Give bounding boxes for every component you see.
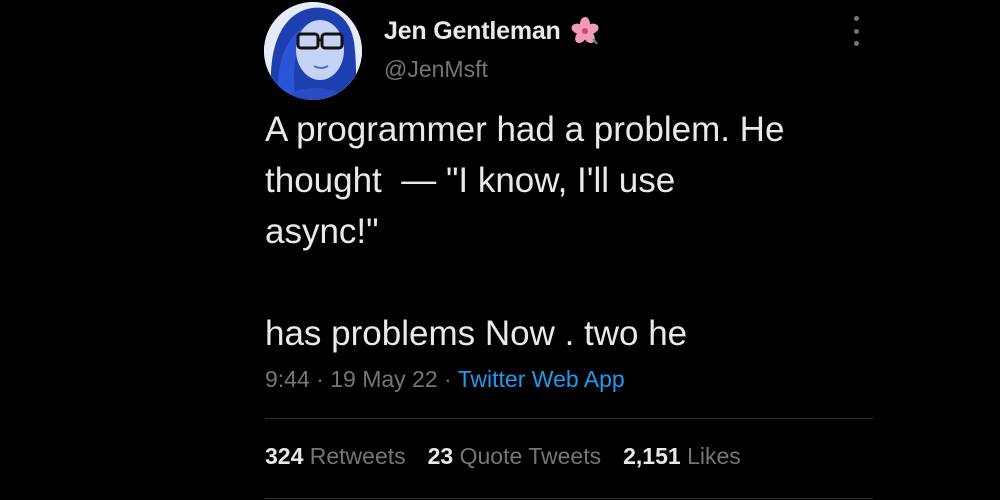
divider	[265, 418, 873, 419]
tweet-text-line: thought — "I know, I'll use	[265, 161, 676, 200]
meta-separator: ·	[309, 366, 331, 392]
tweet-time[interactable]: 9:44	[265, 366, 310, 392]
meta-separator: ·	[437, 366, 458, 392]
tweet-text: A programmer had a problem. He thought —…	[265, 104, 885, 359]
tweet-text-line: A programmer had a problem. He	[265, 110, 785, 149]
author-handle[interactable]: @JenMsft	[384, 56, 488, 83]
avatar-image	[264, 2, 362, 100]
likes-label: Likes	[687, 443, 741, 469]
quotes-count: 23	[427, 443, 454, 469]
tweet-date[interactable]: 19 May 22	[330, 366, 437, 392]
hibiscus-emoji-icon	[571, 17, 599, 45]
more-options-icon[interactable]	[848, 16, 864, 46]
quotes-label: Quote Tweets	[459, 443, 602, 469]
retweets-stat[interactable]: 324 Retweets	[265, 443, 406, 470]
likes-stat[interactable]: 2,151 Likes	[623, 443, 741, 470]
tweet-text-line: async!"	[265, 212, 379, 251]
tweet-meta: 9:44 · 19 May 22 · Twitter Web App	[265, 366, 625, 393]
tweet-source-link[interactable]: Twitter Web App	[458, 366, 625, 392]
quote-tweets-stat[interactable]: 23 Quote Tweets	[428, 443, 601, 470]
retweets-label: Retweets	[309, 443, 406, 469]
display-name[interactable]: Jen Gentleman	[384, 17, 561, 46]
retweets-count: 324	[265, 443, 304, 469]
likes-count: 2,151	[623, 443, 681, 469]
tweet-card: Jen Gentleman @JenMsft A programmer had …	[0, 0, 1000, 500]
divider	[265, 498, 873, 499]
engagement-stats: 324 Retweets 23 Quote Tweets 2,151 Likes	[265, 443, 763, 470]
avatar[interactable]	[264, 2, 362, 100]
author-row: Jen Gentleman	[384, 14, 599, 48]
tweet-text-line: has problems Now . two he	[265, 314, 688, 353]
